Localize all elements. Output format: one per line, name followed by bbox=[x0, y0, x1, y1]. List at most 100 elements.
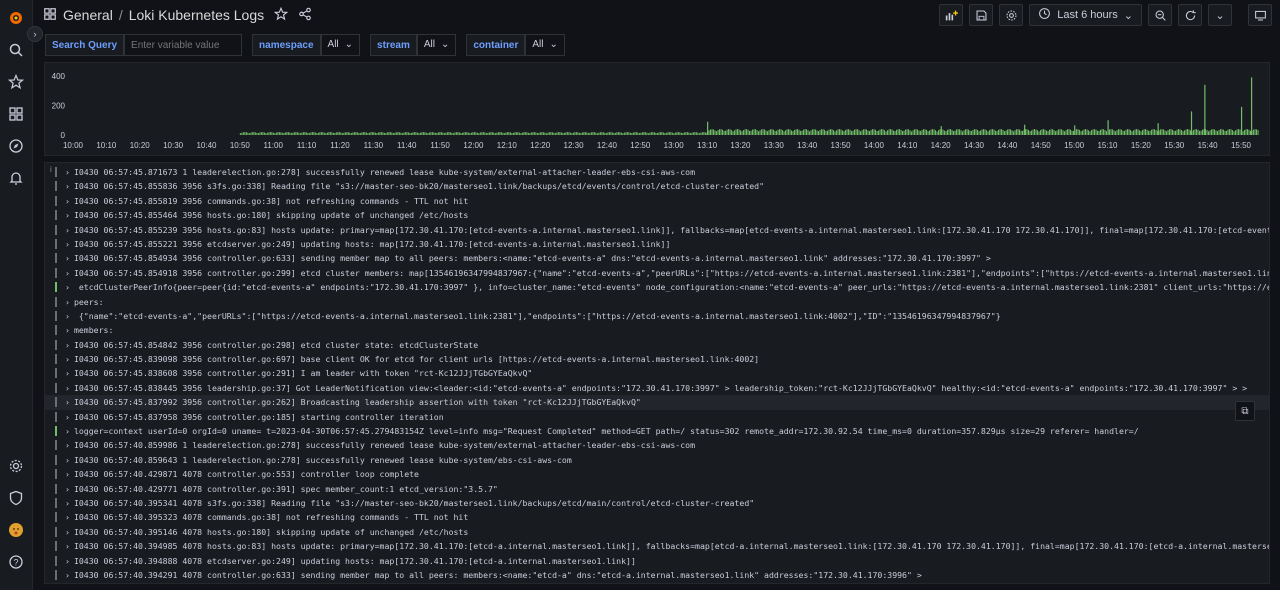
grafana-logo-icon[interactable] bbox=[6, 8, 26, 28]
tv-mode-button[interactable] bbox=[1248, 4, 1272, 26]
expand-chevron-icon[interactable]: › bbox=[65, 354, 70, 364]
add-panel-button[interactable] bbox=[939, 4, 964, 26]
star-icon[interactable] bbox=[6, 72, 26, 92]
expand-chevron-icon[interactable]: › bbox=[65, 397, 70, 407]
dashboards-icon[interactable] bbox=[6, 104, 26, 124]
volume-spike-bar bbox=[1157, 123, 1159, 135]
log-line-text: I0430 06:57:40.859643 1 leaderelection.g… bbox=[73, 454, 572, 465]
expand-chevron-icon[interactable]: › bbox=[65, 297, 70, 307]
expand-chevron-icon[interactable]: › bbox=[65, 383, 70, 393]
expand-chevron-icon[interactable]: › bbox=[65, 268, 70, 278]
volume-bar bbox=[368, 132, 370, 135]
refresh-button[interactable] bbox=[1178, 4, 1202, 26]
log-row[interactable]: › I0430 06:57:40.395341 4078 s3fs.go:338]… bbox=[45, 496, 1269, 510]
log-row[interactable]: › I0430 06:57:40.859986 1 leaderelection.… bbox=[45, 438, 1269, 452]
log-row[interactable]: › I0430 06:57:45.838445 3956 leadership.g… bbox=[45, 381, 1269, 395]
expand-chevron-icon[interactable]: › bbox=[65, 196, 70, 206]
expand-chevron-icon[interactable]: › bbox=[65, 412, 70, 422]
log-row[interactable]: › I0430 06:57:45.854842 3956 controller.g… bbox=[45, 338, 1269, 352]
dashboard-title[interactable]: Loki Kubernetes Logs bbox=[129, 7, 264, 23]
search-icon[interactable] bbox=[6, 40, 26, 60]
expand-chevron-icon[interactable]: › bbox=[65, 368, 70, 378]
log-row[interactable]: › I0430 06:57:40.394291 4078 controller.g… bbox=[45, 568, 1269, 582]
volume-bar bbox=[664, 133, 666, 135]
log-row[interactable]: › I0430 06:57:45.855239 3956 hosts.go:83]… bbox=[45, 223, 1269, 237]
user-avatar[interactable] bbox=[6, 520, 26, 540]
log-row[interactable]: › I0430 06:57:45.854918 3956 controller.g… bbox=[45, 266, 1269, 280]
panel-info-icon[interactable]: i bbox=[50, 165, 52, 174]
stream-select[interactable]: All ⌄ bbox=[416, 34, 457, 56]
namespace-select[interactable]: All ⌄ bbox=[320, 34, 361, 56]
expand-chevron-icon[interactable]: › bbox=[65, 426, 70, 436]
container-select[interactable]: All ⌄ bbox=[525, 34, 565, 56]
log-row[interactable]: › I0430 06:57:45.838608 3956 controller.g… bbox=[45, 366, 1269, 380]
log-row[interactable]: › peers: bbox=[45, 295, 1269, 309]
expand-chevron-icon[interactable]: › bbox=[65, 455, 70, 465]
expand-chevron-icon[interactable]: › bbox=[65, 239, 70, 249]
save-dashboard-button[interactable] bbox=[969, 4, 994, 26]
expand-chevron-icon[interactable]: › bbox=[65, 440, 70, 450]
log-row[interactable]: › I0430 06:57:45.871673 1 leaderelection.… bbox=[45, 165, 1269, 179]
alerting-bell-icon[interactable] bbox=[6, 168, 26, 188]
log-row[interactable]: › I0430 06:57:40.395323 4078 commands.go:… bbox=[45, 510, 1269, 524]
volume-bar bbox=[410, 132, 412, 135]
help-icon[interactable]: ? bbox=[6, 552, 26, 572]
volume-bar bbox=[439, 132, 441, 135]
log-volume-chart[interactable]: 400 200 010:00 10:10 10:20 10:30 10:40 10:50 11:… bbox=[45, 63, 1269, 155]
expand-chevron-icon[interactable]: › bbox=[65, 325, 70, 335]
log-row[interactable]: › I0430 06:57:40.394888 4078 etcdserver.g… bbox=[45, 554, 1269, 568]
expand-chevron-icon[interactable]: › bbox=[65, 181, 70, 191]
share-icon[interactable] bbox=[298, 7, 312, 24]
volume-bar bbox=[720, 129, 722, 135]
zoom-out-button[interactable] bbox=[1148, 4, 1172, 26]
expand-chevron-icon[interactable]: › bbox=[65, 311, 70, 321]
log-row[interactable]: › I0430 06:57:40.429771 4078 controller.g… bbox=[45, 482, 1269, 496]
dashboard-settings-gear-icon[interactable] bbox=[999, 4, 1024, 26]
log-row[interactable]: › I0430 06:57:45.855464 3956 hosts.go:180… bbox=[45, 208, 1269, 222]
log-row[interactable]: › I0430 06:57:45.837992 3956 controller.g… bbox=[45, 395, 1269, 410]
log-row[interactable]: › I0430 06:57:45.855836 3956 s3fs.go:338]… bbox=[45, 179, 1269, 193]
breadcrumb-folder[interactable]: General bbox=[63, 7, 113, 23]
dashboards-grid-icon bbox=[43, 7, 57, 24]
breadcrumb: General / Loki Kubernetes Logs bbox=[43, 6, 312, 24]
volume-bar bbox=[652, 132, 654, 135]
log-row[interactable]: › I0430 06:57:40.859643 1 leaderelection.… bbox=[45, 453, 1269, 467]
expand-chevron-icon[interactable]: › bbox=[65, 210, 70, 220]
search-query-input[interactable] bbox=[124, 34, 243, 56]
expand-chevron-icon[interactable]: › bbox=[65, 527, 70, 537]
expand-chevron-icon[interactable]: › bbox=[65, 484, 70, 494]
favorite-star-icon[interactable] bbox=[273, 6, 289, 24]
log-row[interactable]: › members: bbox=[45, 323, 1269, 337]
log-row[interactable]: › logger=context userId=0 orgId=0 uname= … bbox=[45, 424, 1269, 438]
log-row[interactable]: › I0430 06:57:45.839098 3956 controller.g… bbox=[45, 352, 1269, 366]
refresh-interval-dropdown[interactable]: ⌄ bbox=[1208, 4, 1232, 26]
log-row[interactable]: › I0430 06:57:45.854934 3956 controller.g… bbox=[45, 251, 1269, 265]
expand-chevron-icon[interactable]: › bbox=[65, 225, 70, 235]
settings-gear-icon[interactable] bbox=[6, 456, 26, 476]
log-row[interactable]: › {"name":"etcd-events-a","peerURLs":["h… bbox=[45, 309, 1269, 323]
expand-chevron-icon[interactable]: › bbox=[65, 556, 70, 566]
log-row[interactable]: › I0430 06:57:45.837958 3956 controller.g… bbox=[45, 410, 1269, 424]
explore-icon[interactable] bbox=[6, 136, 26, 156]
expand-chevron-icon[interactable]: › bbox=[65, 167, 70, 177]
expand-chevron-icon[interactable]: › bbox=[65, 469, 70, 479]
log-row[interactable]: › I0430 06:57:40.429871 4078 controller.g… bbox=[45, 467, 1269, 481]
shield-icon[interactable] bbox=[6, 488, 26, 508]
expand-chevron-icon[interactable]: › bbox=[65, 512, 70, 522]
log-row[interactable]: › etcdClusterPeerInfo{peer=peer{id:"etcd… bbox=[45, 280, 1269, 294]
time-range-picker[interactable]: Last 6 hours ⌄ bbox=[1029, 4, 1142, 26]
log-row[interactable]: › I0430 06:57:45.855221 3956 etcdserver.g… bbox=[45, 237, 1269, 251]
expand-chevron-icon[interactable]: › bbox=[65, 541, 70, 551]
volume-bar bbox=[557, 132, 559, 135]
expand-chevron-icon[interactable]: › bbox=[65, 570, 70, 580]
expand-chevron-icon[interactable]: › bbox=[65, 282, 70, 292]
log-row[interactable]: › I0430 06:57:40.395146 4078 hosts.go:180… bbox=[45, 525, 1269, 539]
log-row[interactable]: › I0430 06:57:40.394985 4078 hosts.go:83]… bbox=[45, 539, 1269, 553]
expand-chevron-icon[interactable]: › bbox=[65, 498, 70, 508]
volume-bar bbox=[933, 129, 935, 135]
copy-icon[interactable]: ⧉ bbox=[1235, 401, 1255, 421]
expand-chevron-icon[interactable]: › bbox=[65, 340, 70, 350]
expand-chevron-icon[interactable]: › bbox=[65, 253, 70, 263]
log-row[interactable]: › I0430 06:57:45.855819 3956 commands.go:… bbox=[45, 194, 1269, 208]
sidebar-expand-chevron-icon[interactable]: › bbox=[27, 26, 43, 42]
